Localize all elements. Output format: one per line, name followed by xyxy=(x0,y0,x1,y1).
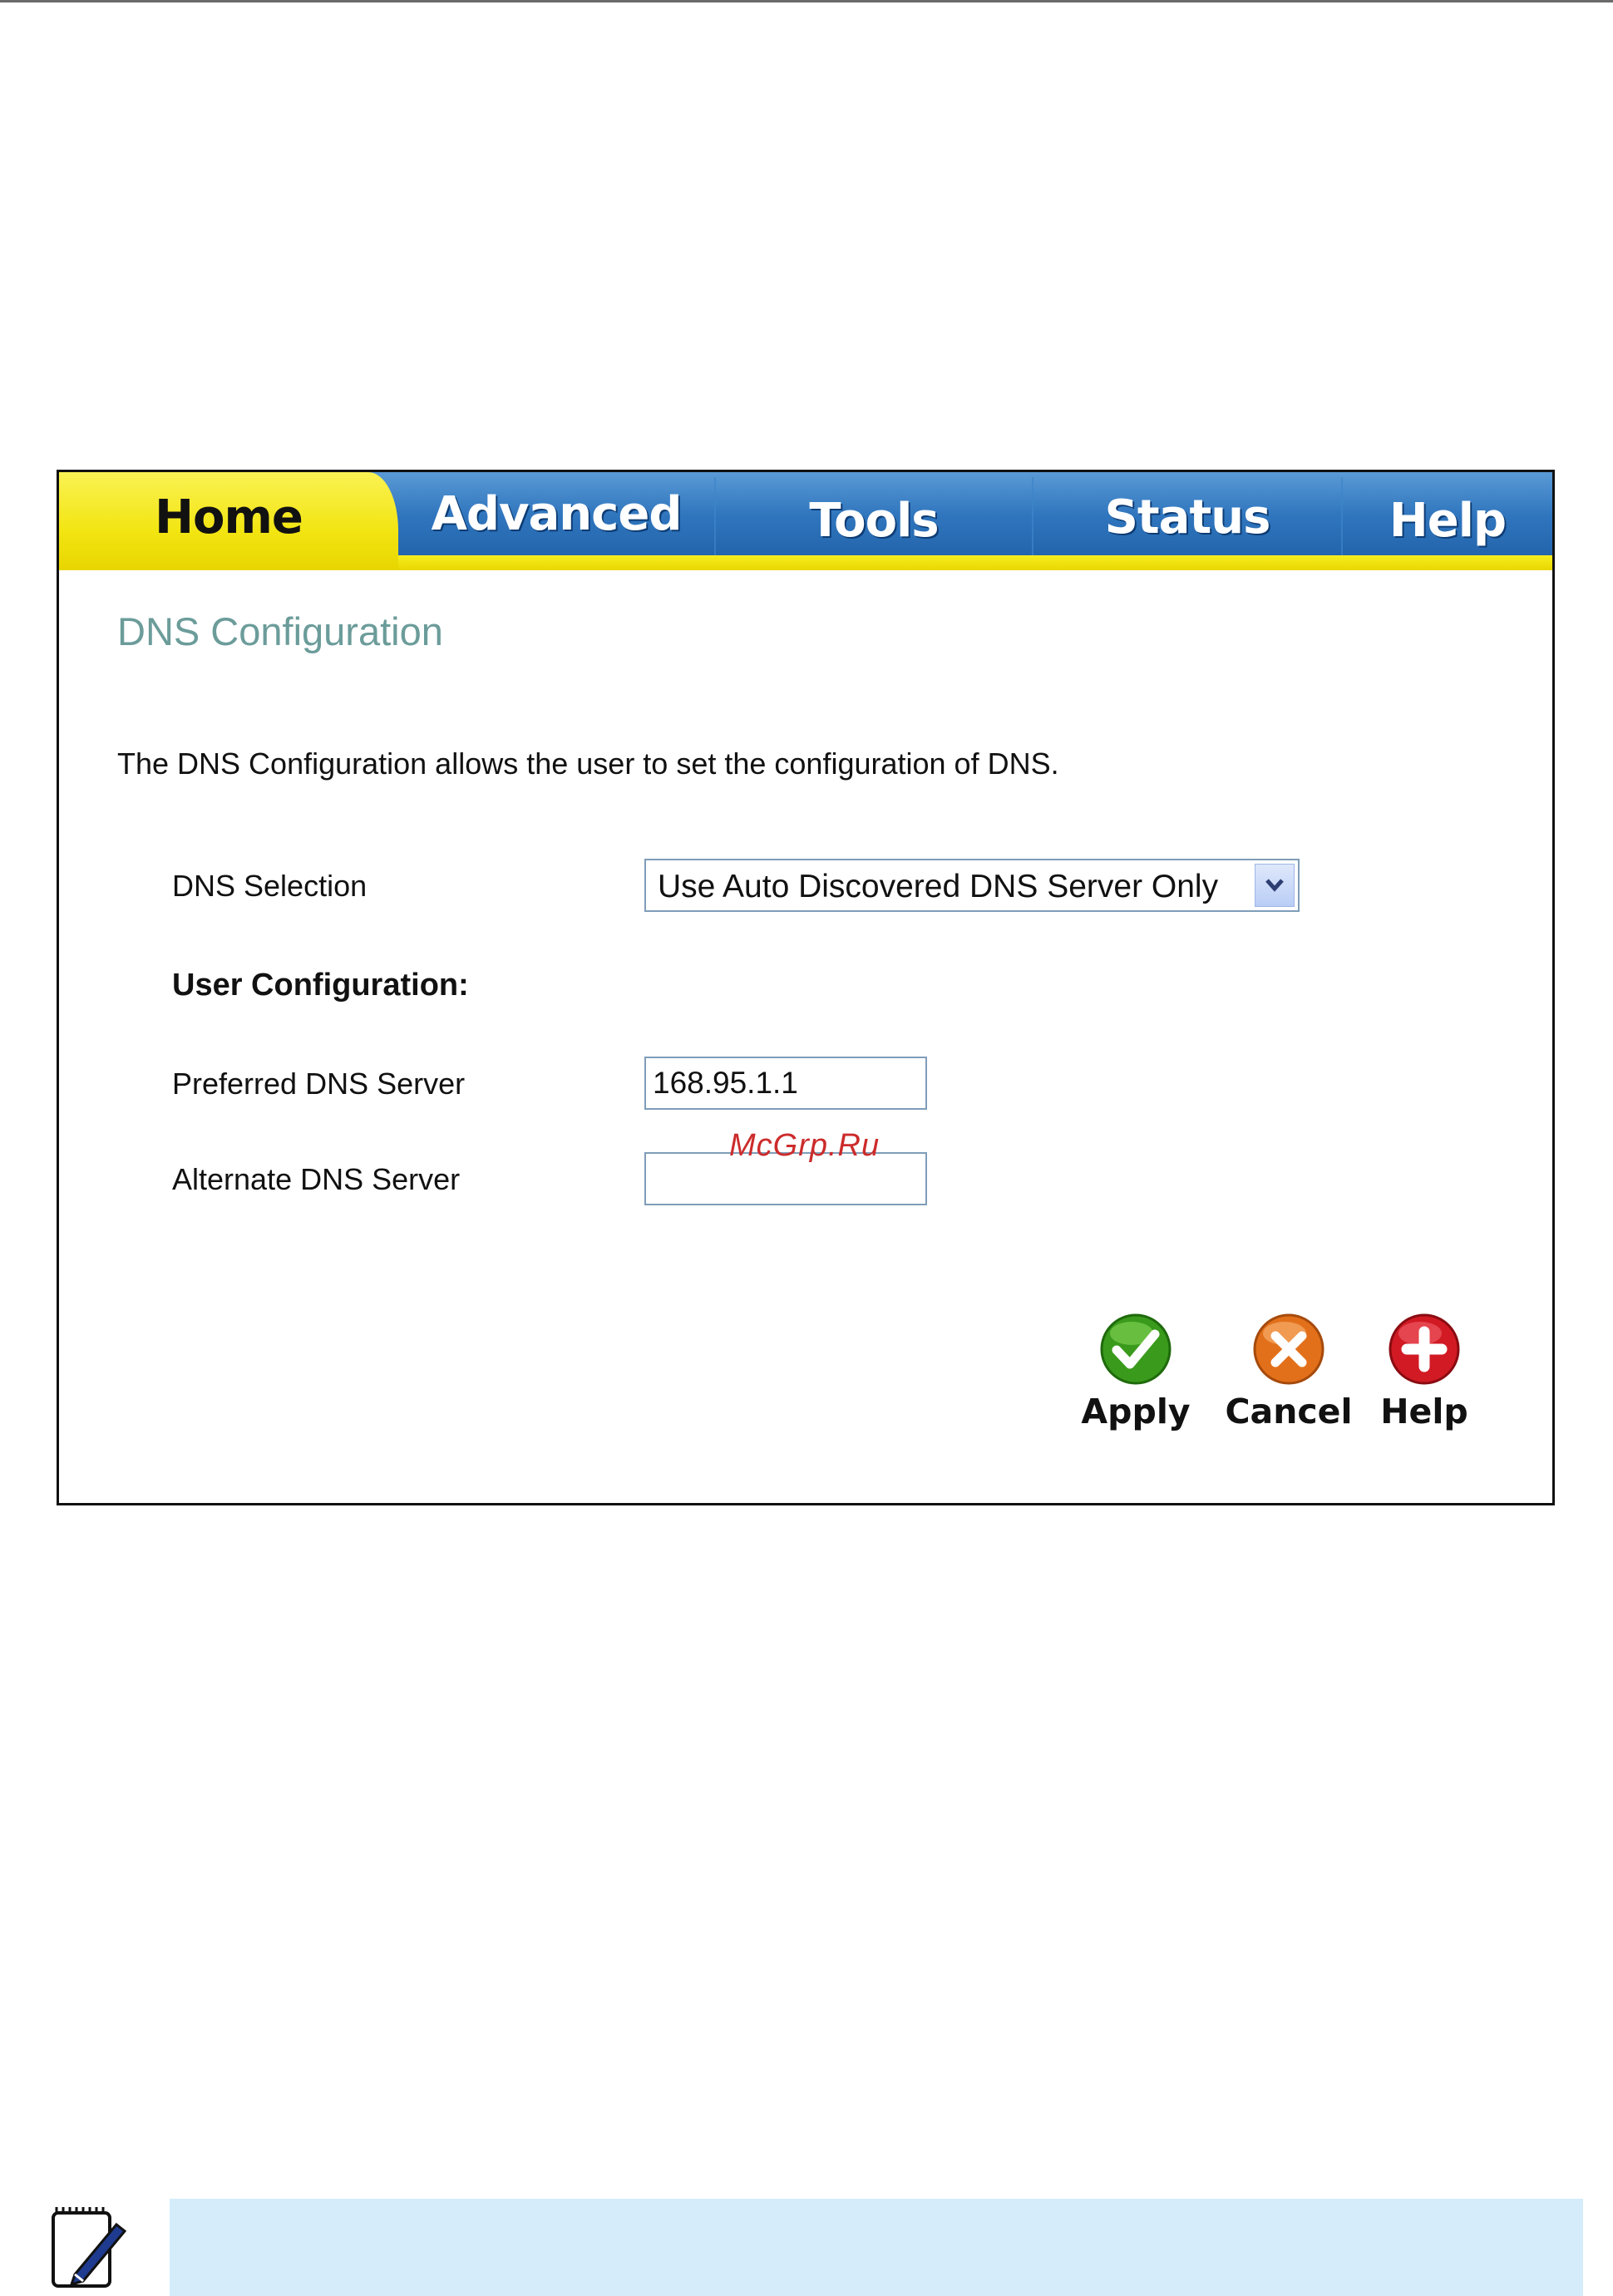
tab-help-label: Help xyxy=(1389,494,1507,548)
tab-advanced[interactable]: Advanced xyxy=(398,472,714,570)
tab-tools[interactable]: Tools xyxy=(716,472,1032,570)
dns-selection-value: Use Auto Discovered DNS Server Only xyxy=(658,869,1219,904)
page-intro: The DNS Configuration allows the user to… xyxy=(117,746,1059,781)
tab-bar: Home Advanced Tools Status Help xyxy=(59,472,1552,570)
page-title: DNS Configuration xyxy=(117,609,443,653)
note-pen-icon xyxy=(52,2207,127,2288)
tab-status[interactable]: Status xyxy=(1033,472,1341,570)
watermark-text: McGrp.Ru xyxy=(729,1128,880,1163)
cancel-button[interactable]: Cancel xyxy=(1220,1312,1358,1431)
tab-help[interactable]: Help xyxy=(1343,472,1552,570)
apply-button[interactable]: Apply xyxy=(1073,1312,1198,1431)
user-configuration-heading: User Configuration: xyxy=(172,968,469,1003)
tab-home[interactable]: Home xyxy=(59,472,398,570)
dns-selection-label: DNS Selection xyxy=(172,869,367,903)
apply-label: Apply xyxy=(1081,1392,1191,1431)
alternate-dns-label: Alternate DNS Server xyxy=(172,1162,461,1196)
tab-tools-label: Tools xyxy=(809,494,939,548)
tab-home-label: Home xyxy=(155,490,303,544)
tab-status-label: Status xyxy=(1104,490,1271,544)
x-icon xyxy=(1253,1313,1324,1385)
router-config-panel: Home Advanced Tools Status Help DNS Conf… xyxy=(57,470,1555,1505)
checkmark-icon xyxy=(1100,1313,1172,1385)
preferred-dns-input[interactable] xyxy=(644,1057,927,1110)
help-button[interactable]: Help xyxy=(1374,1312,1474,1431)
help-label: Help xyxy=(1380,1392,1468,1431)
note-box xyxy=(170,2199,1583,2296)
dns-selection-dropdown[interactable]: Use Auto Discovered DNS Server Only xyxy=(644,859,1300,912)
page-top-rule xyxy=(0,0,1613,2)
plus-icon xyxy=(1389,1313,1460,1385)
tab-advanced-label: Advanced xyxy=(431,487,683,541)
preferred-dns-label: Preferred DNS Server xyxy=(172,1067,466,1101)
chevron-down-icon[interactable] xyxy=(1255,864,1295,907)
cancel-label: Cancel xyxy=(1225,1392,1353,1431)
